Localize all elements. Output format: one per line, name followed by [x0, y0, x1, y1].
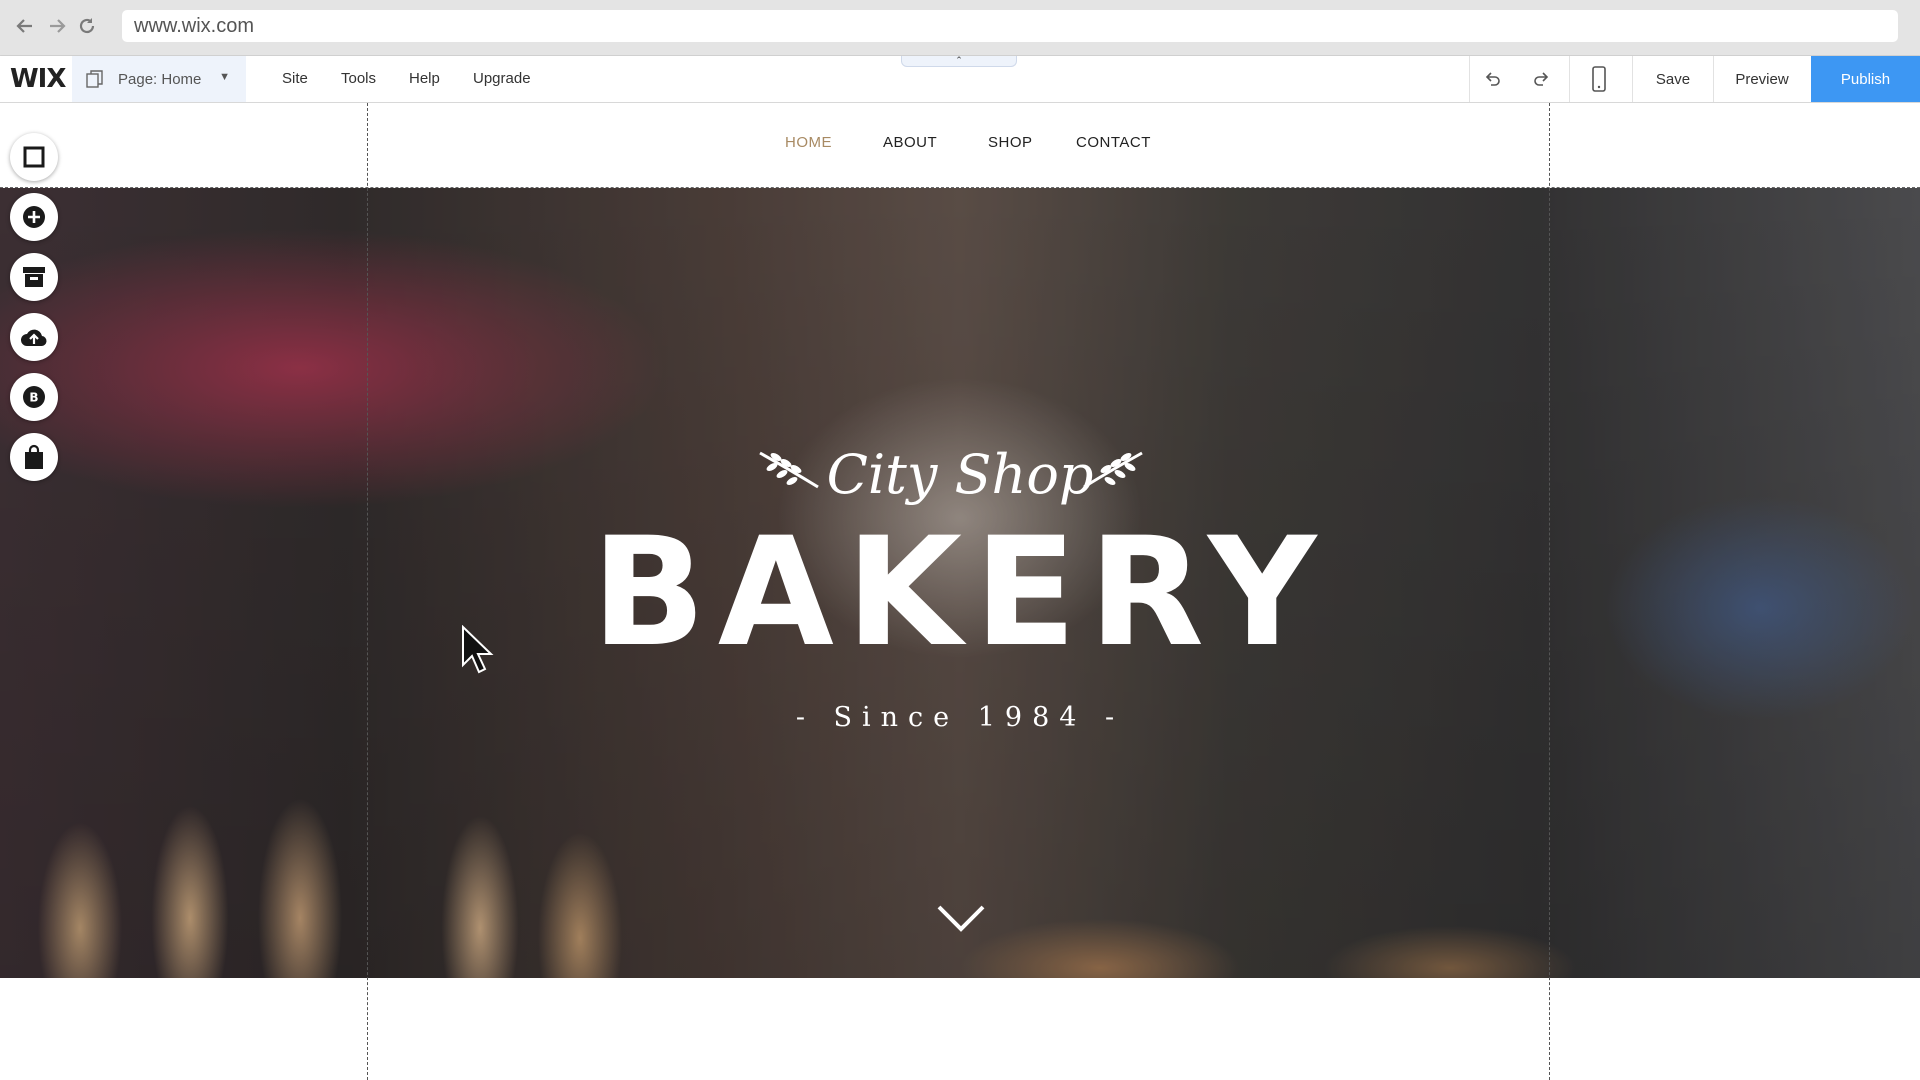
upload-tool-button[interactable]: [10, 313, 58, 361]
site-nav-home[interactable]: HOME: [785, 134, 832, 151]
wix-logo[interactable]: WIX: [10, 64, 66, 94]
redo-icon[interactable]: [1527, 66, 1555, 92]
hero-since-text[interactable]: - Since 1984 -: [0, 702, 1920, 733]
chevron-down-icon: ▼: [219, 71, 230, 83]
blog-tool-button[interactable]: B: [10, 373, 58, 421]
mobile-view-icon[interactable]: [1585, 66, 1613, 92]
store-tool-button[interactable]: [10, 433, 58, 481]
divider: [1469, 56, 1470, 102]
site-nav-about[interactable]: ABOUT: [883, 134, 937, 151]
undo-icon[interactable]: [1479, 66, 1507, 92]
scroll-down-chevron-icon[interactable]: [935, 903, 987, 933]
preview-button[interactable]: Preview: [1714, 56, 1810, 102]
app-market-icon: [23, 267, 45, 287]
chevron-up-icon: ⌃: [955, 55, 963, 65]
reload-icon[interactable]: [74, 13, 100, 39]
right-gridline[interactable]: [1549, 103, 1550, 1080]
save-button[interactable]: Save: [1633, 56, 1713, 102]
svg-text:B: B: [29, 391, 38, 405]
menu-tools[interactable]: Tools: [341, 70, 376, 87]
site-header: HOME ABOUT SHOP CONTACT: [0, 103, 1920, 187]
add-tool-button[interactable]: [10, 193, 58, 241]
page-selector[interactable]: Page: Home ▼: [72, 56, 246, 102]
background-icon: [23, 146, 45, 168]
publish-button[interactable]: Publish: [1811, 56, 1920, 102]
forward-arrow-icon[interactable]: [44, 13, 70, 39]
collapse-toolbar-toggle[interactable]: ⌃: [901, 56, 1017, 67]
url-bar[interactable]: www.wix.com: [122, 10, 1898, 42]
upload-icon: [21, 329, 47, 347]
hero-subtitle[interactable]: City Shop: [0, 443, 1920, 506]
store-icon: [25, 444, 43, 469]
page-selector-label: Page: Home: [118, 70, 202, 88]
site-nav-shop[interactable]: SHOP: [988, 134, 1033, 151]
background-tool-button[interactable]: [10, 133, 58, 181]
mouse-cursor-icon: [462, 625, 494, 674]
menu-upgrade[interactable]: Upgrade: [473, 70, 531, 87]
add-icon: [23, 206, 45, 228]
pages-icon: [86, 70, 103, 88]
browser-toolbar: www.wix.com: [0, 0, 1920, 56]
menu-help[interactable]: Help: [409, 70, 440, 87]
app-market-tool-button[interactable]: [10, 253, 58, 301]
header-boundary-line: [0, 187, 1920, 188]
hero-title[interactable]: BAKERY: [0, 518, 1920, 668]
blog-icon: B: [23, 386, 45, 408]
back-arrow-icon[interactable]: [12, 13, 38, 39]
url-text: www.wix.com: [134, 14, 255, 37]
left-gridline[interactable]: [367, 103, 368, 1080]
hero-strip[interactable]: City Shop BAKERY - Since 1984 -: [0, 188, 1920, 978]
menu-site[interactable]: Site: [282, 70, 308, 87]
site-nav-contact[interactable]: CONTACT: [1076, 134, 1151, 151]
divider: [1569, 56, 1570, 102]
